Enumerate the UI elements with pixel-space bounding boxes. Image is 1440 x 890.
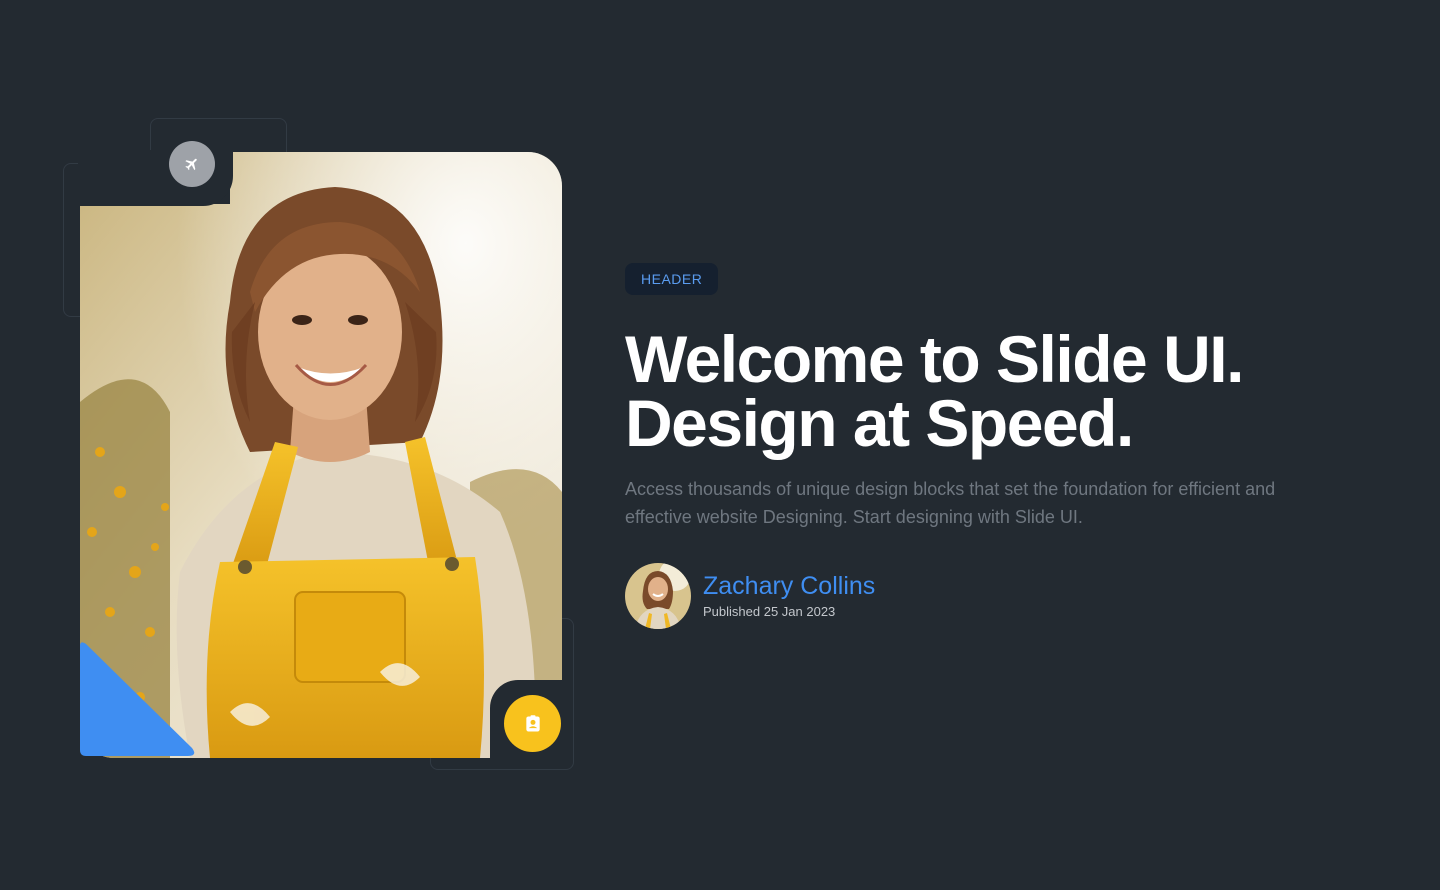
section-badge: HEADER [625,263,719,295]
author-block: Zachary Collins Published 25 Jan 2023 [625,563,1385,629]
hero-description: Access thousands of unique design blocks… [625,479,1276,527]
airplane-icon [169,141,215,187]
author-name[interactable]: Zachary Collins [703,571,875,601]
page-title: Welcome to Slide UI. Design at Speed. [625,322,1385,460]
hero-visual [0,0,600,890]
hero-content: HEADER Welcome to Slide UI. Design at Sp… [625,263,1385,629]
author-meta: Zachary Collins Published 25 Jan 2023 [703,571,875,621]
headline-line-2: Design at Speed. [625,386,1134,460]
headline-line-1: Welcome to Slide UI. [625,322,1244,396]
avatar [625,563,691,629]
blue-triangle [80,642,195,756]
publish-date: Published 25 Jan 2023 [703,604,836,619]
contact-card-icon [504,695,561,752]
